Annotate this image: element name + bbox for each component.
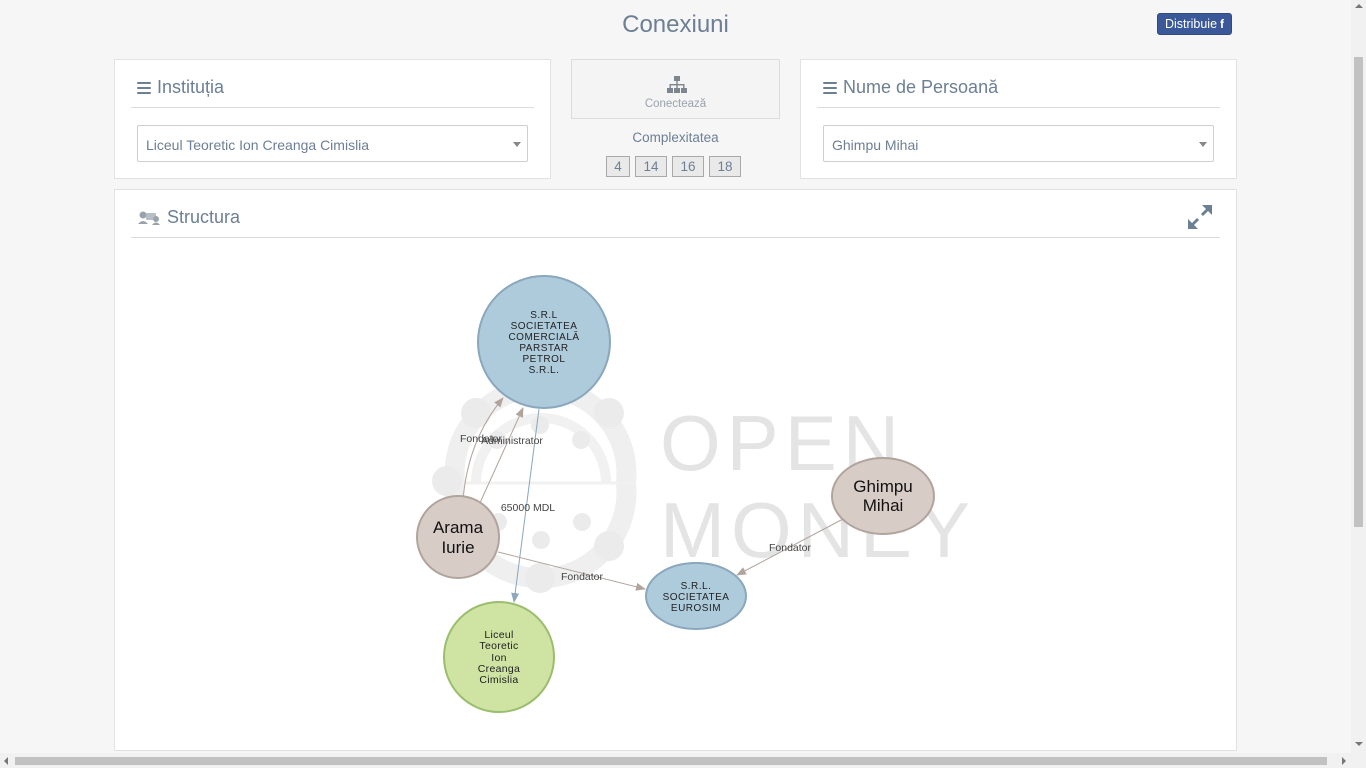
node-arama-iurie[interactable]: Arama Iurie (416, 495, 500, 579)
chevron-down-icon (513, 142, 521, 147)
institution-panel: Instituția Liceul Teoretic Ion Creanga C… (114, 59, 551, 179)
institution-select[interactable]: Liceul Teoretic Ion Creanga Cimislia (137, 125, 528, 162)
share-label: Distribuie (1164, 17, 1218, 31)
node-label-line: PARSTAR (519, 343, 568, 354)
institution-panel-title: Instituția (137, 77, 224, 98)
structure-panel: Structura (114, 189, 1237, 751)
node-label-line: Teoretic (479, 640, 518, 652)
node-label-line: S.R.L (530, 310, 558, 321)
node-label-line: SOCIETATEA (663, 592, 730, 603)
complexity-option-16[interactable]: 16 (672, 156, 704, 177)
node-label-line: COMERCIALĂ (508, 330, 579, 343)
node-label-line: S.R.L. (681, 581, 712, 592)
menu-bars-icon (137, 81, 151, 94)
panel-divider (131, 107, 534, 108)
institution-select-value: Liceul Teoretic Ion Creanga Cimislia (146, 137, 370, 153)
panel-divider (131, 237, 1220, 238)
institution-title-text: Instituția (157, 77, 225, 97)
panel-divider (817, 107, 1220, 108)
complexity-option-4[interactable]: 4 (606, 156, 630, 177)
horizontal-scrollbar[interactable] (0, 753, 1351, 768)
complexity-option-18[interactable]: 18 (709, 156, 741, 177)
page-title: Conexiuni (622, 11, 729, 38)
node-label-line: S.R.L. (529, 365, 560, 376)
facebook-icon: f (1220, 17, 1225, 31)
chevron-down-icon (1199, 142, 1207, 147)
node-label-line: SOCIETATEA (511, 321, 578, 332)
complexity-option-14[interactable]: 14 (635, 156, 667, 177)
person-select-value: Ghimpu Mihai (832, 137, 919, 153)
node-liceul[interactable]: Liceul Teoretic Ion Creanga Cimislia (443, 601, 555, 713)
node-label-line: Arama (433, 518, 484, 537)
structure-panel-title: Structura (137, 207, 240, 228)
node-label-line: Cimislia (479, 674, 518, 686)
node-label-line: Ghimpu (853, 477, 913, 496)
structure-title-text: Structura (167, 207, 241, 227)
vertical-scrollbar[interactable] (1351, 0, 1366, 768)
connect-label: Conectează (644, 98, 707, 110)
complexity-label: Complexitatea (632, 130, 719, 145)
menu-bars-icon (823, 81, 837, 94)
expand-icon[interactable] (1186, 203, 1214, 231)
share-button[interactable]: Distribuie f (1157, 13, 1232, 35)
sitemap-icon (667, 76, 687, 93)
person-select[interactable]: Ghimpu Mihai (823, 125, 1214, 162)
scroll-up-icon[interactable] (1355, 4, 1363, 8)
person-panel-title: Nume de Persoană (823, 77, 998, 98)
vertical-scroll-thumb[interactable] (1354, 57, 1363, 527)
node-label-line: Mihai (863, 496, 904, 515)
node-label-line: PETROL (522, 354, 565, 365)
horizontal-scroll-thumb[interactable] (15, 757, 1327, 765)
structure-icon (138, 211, 160, 225)
node-label-line: EUROSIM (671, 603, 721, 614)
node-ghimpu-mihai[interactable]: Ghimpu Mihai (831, 457, 935, 535)
person-panel: Nume de Persoană Ghimpu Mihai (800, 59, 1237, 179)
person-title-text: Nume de Persoană (843, 77, 999, 97)
scroll-left-icon[interactable] (4, 757, 8, 765)
scroll-right-icon[interactable] (1342, 757, 1346, 765)
node-eurosim[interactable]: S.R.L. SOCIETATEA EUROSIM (645, 562, 747, 630)
node-parstar[interactable]: S.R.L SOCIETATEA COMERCIALĂ PARSTAR PETR… (477, 275, 611, 409)
scroll-down-icon[interactable] (1355, 742, 1363, 746)
node-label-line: Iurie (441, 538, 474, 557)
connect-button[interactable]: Conectează (571, 59, 780, 119)
